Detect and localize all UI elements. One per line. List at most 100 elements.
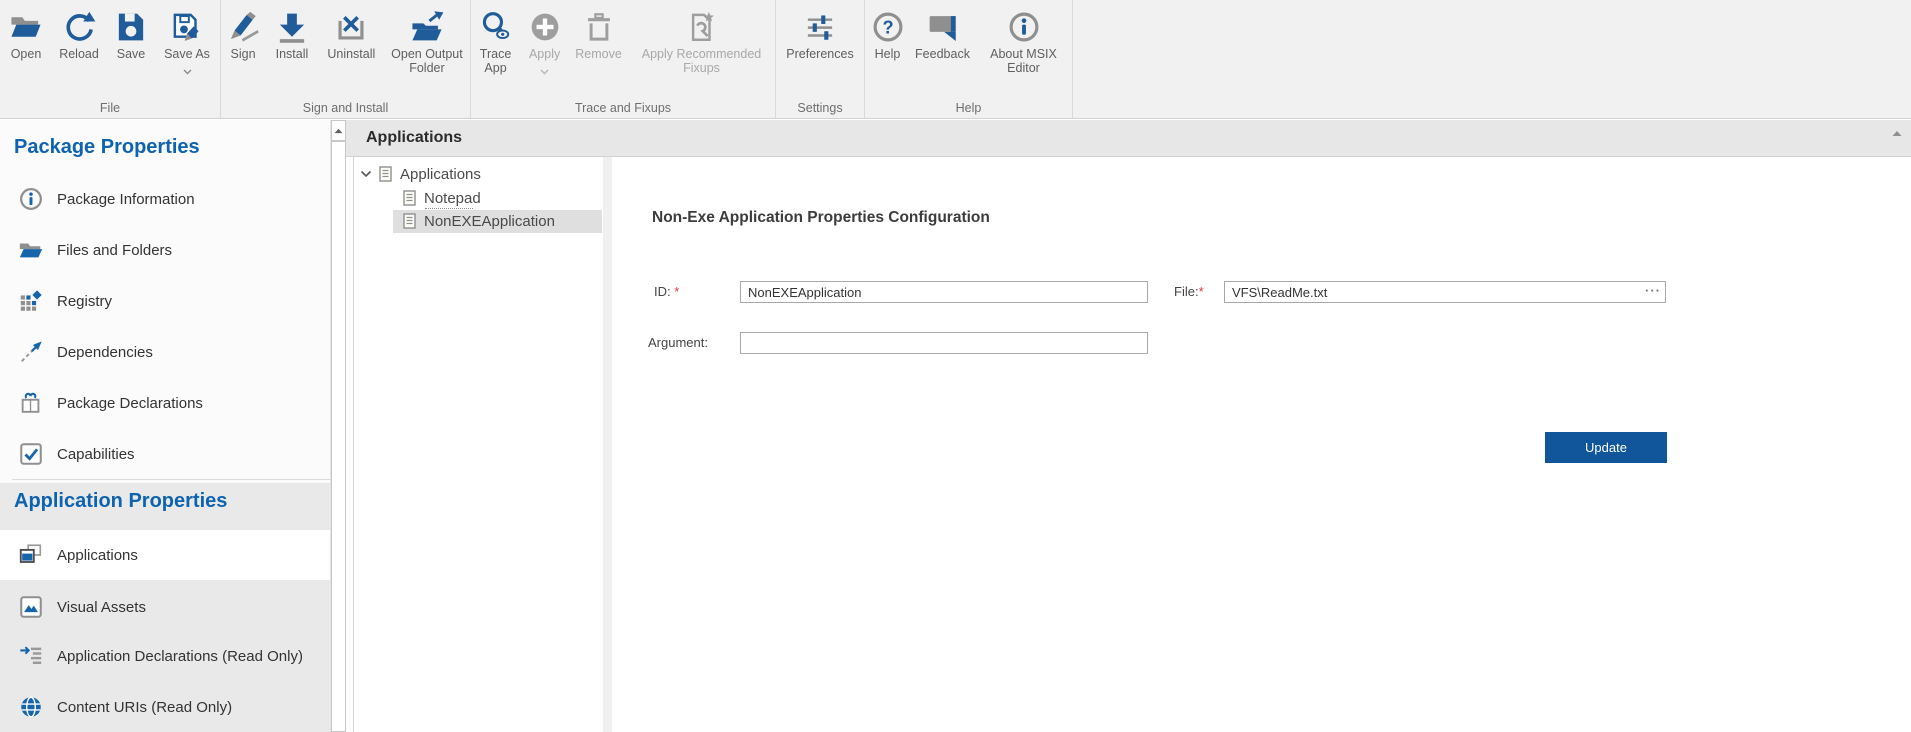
chevron-down-icon[interactable] (540, 62, 549, 80)
apply-recommended-fixups-button[interactable]: Apply Recommended Fixups (628, 6, 775, 76)
registry-grid-icon (18, 288, 44, 314)
ribbon-group-settings: Preferences Settings (776, 0, 865, 118)
ribbon-group-label: Help (865, 101, 1072, 115)
open-output-folder-icon (409, 7, 445, 47)
browse-ellipsis-button[interactable]: ··· (1645, 283, 1661, 298)
sidebar-scrollbar[interactable] (330, 120, 346, 732)
sidebar-item-label: Package Information (57, 191, 195, 208)
install-button[interactable]: Install (265, 6, 319, 62)
apply-plus-icon (528, 7, 562, 47)
ribbon-group-trace-fixups: Trace App Apply Remove (471, 0, 776, 118)
sidebar-item-label: Files and Folders (57, 242, 172, 259)
help-button[interactable]: ? Help (866, 6, 910, 62)
sidebar-item-dependencies[interactable]: Dependencies (0, 327, 330, 377)
svg-text:?: ? (882, 18, 893, 38)
open-button[interactable]: Open (1, 6, 51, 62)
about-info-icon (1007, 7, 1041, 47)
save-as-icon (169, 7, 205, 47)
globe-icon (18, 694, 44, 720)
scroll-up-icon[interactable] (1888, 125, 1906, 141)
panel-splitter[interactable] (603, 157, 612, 732)
feedback-button[interactable]: Feedback (910, 6, 976, 62)
save-as-button[interactable]: Save As (155, 6, 219, 81)
ribbon-group-sign-install: Sign Install Uninstall (221, 0, 471, 118)
chevron-down-icon[interactable] (360, 170, 372, 178)
open-folder-icon (8, 7, 44, 47)
sidebar-item-content-uris[interactable]: Content URIs (Read Only) (0, 682, 330, 732)
button-label: Help (875, 47, 901, 61)
sidebar-heading-application-properties: Application Properties (14, 490, 227, 513)
file-label: File:* (1174, 284, 1204, 299)
sidebar-item-label: Package Declarations (57, 395, 203, 412)
tree-node-applications[interactable]: Applications (360, 163, 481, 185)
folder-icon (18, 237, 44, 263)
applications-tree: Applications Notepad NonEXEApplication (353, 157, 603, 732)
gift-box-icon (18, 390, 44, 416)
file-field: ··· (1224, 281, 1666, 303)
tree-node-nonexeapplication[interactable]: NonEXEApplication (403, 210, 555, 232)
button-label: Install (276, 47, 309, 61)
argument-input[interactable] (740, 332, 1148, 354)
tree-node-label: NonEXEApplication (424, 213, 555, 230)
save-icon (114, 7, 148, 47)
remove-button[interactable]: Remove (569, 6, 628, 62)
apply-button[interactable]: Apply (520, 6, 569, 81)
preferences-sliders-icon (803, 7, 837, 47)
checkbox-icon (18, 441, 44, 467)
about-msix-editor-button[interactable]: About MSIX Editor (976, 6, 1072, 76)
sidebar-item-label: Content URIs (Read Only) (57, 699, 232, 716)
chevron-down-icon[interactable] (183, 62, 192, 80)
ribbon-group-help: ? Help Feedback About MSIX Editor (865, 0, 1073, 118)
dependencies-arrow-icon (18, 339, 44, 365)
id-input[interactable] (740, 281, 1148, 303)
tree-node-notepad[interactable]: Notepad (403, 187, 481, 209)
update-button[interactable]: Update (1545, 432, 1667, 463)
sidebar-item-label: Dependencies (57, 344, 153, 361)
preferences-button[interactable]: Preferences (776, 6, 864, 62)
ribbon-group-label: Settings (776, 101, 864, 115)
sidebar-item-application-declarations[interactable]: Application Declarations (Read Only) (0, 631, 330, 681)
button-label: Preferences (786, 47, 853, 61)
button-label: Sign (231, 47, 256, 61)
sidebar-item-applications[interactable]: Applications (0, 530, 330, 580)
ribbon-group-file: Open Reload Save (0, 0, 221, 118)
trace-app-button[interactable]: Trace App (471, 6, 520, 76)
sidebar-item-package-information[interactable]: Package Information (0, 174, 330, 224)
sidebar-item-files-and-folders[interactable]: Files and Folders (0, 225, 330, 275)
button-label: Apply Recommended Fixups (630, 47, 773, 75)
sidebar-item-label: Visual Assets (57, 599, 146, 616)
sidebar-item-visual-assets[interactable]: Visual Assets (0, 582, 330, 632)
reload-button[interactable]: Reload (51, 6, 107, 62)
save-button[interactable]: Save (107, 6, 155, 62)
document-icon (403, 213, 416, 229)
form-heading: Non-Exe Application Properties Configura… (652, 209, 990, 227)
navigation-sidebar: Package Properties Package Information F… (0, 120, 330, 732)
ribbon-group-label: File (0, 101, 220, 115)
sign-pencil-icon (226, 7, 260, 47)
button-label: Save As (164, 47, 210, 61)
page-title: Applications (346, 129, 462, 147)
sidebar-item-package-declarations[interactable]: Package Declarations (0, 378, 330, 428)
sidebar-item-label: Registry (57, 293, 112, 310)
trace-app-icon (479, 7, 513, 47)
argument-label: Argument: (648, 335, 708, 350)
ribbon-group-label: Trace and Fixups (471, 101, 775, 115)
button-label: Apply (529, 47, 560, 61)
sign-button[interactable]: Sign (221, 6, 265, 62)
install-arrow-icon (275, 7, 309, 47)
scroll-up-icon[interactable] (331, 120, 346, 141)
sidebar-item-label: Application Declarations (Read Only) (57, 648, 303, 665)
sidebar-item-capabilities[interactable]: Capabilities (0, 429, 330, 479)
button-label: Uninstall (327, 47, 375, 61)
uninstall-button[interactable]: Uninstall (319, 6, 384, 62)
document-icon (379, 166, 392, 182)
open-output-folder-button[interactable]: Open Output Folder (384, 6, 470, 76)
file-input[interactable] (1224, 281, 1666, 303)
required-asterisk: * (1199, 284, 1204, 299)
application-properties-form: Non-Exe Application Properties Configura… (612, 157, 1911, 732)
button-label: About MSIX Editor (978, 47, 1070, 75)
sidebar-item-registry[interactable]: Registry (0, 276, 330, 326)
ribbon-toolbar: Open Reload Save (0, 0, 1911, 119)
scrollbar-thumb[interactable] (331, 141, 346, 732)
declarations-list-icon (18, 643, 44, 669)
